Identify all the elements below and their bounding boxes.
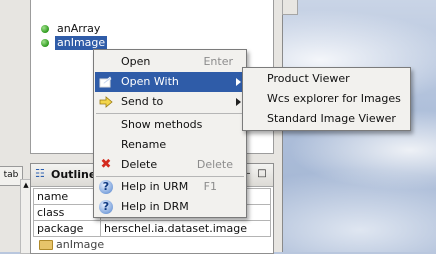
menu-item-shortcut: Enter: [203, 55, 233, 68]
submenu-item-standard-image-viewer[interactable]: Standard Image Viewer: [267, 109, 396, 129]
menu-item-help-urm[interactable]: ? Help in URM F1: [95, 177, 245, 197]
menu-item-delete[interactable]: ✖ Delete Delete: [95, 155, 245, 175]
context-menu: Open Enter Open With Send to Show method…: [93, 49, 247, 218]
menu-item-show-methods[interactable]: Show methods: [95, 115, 245, 135]
menu-item-help-drm[interactable]: ? Help in DRM: [95, 197, 245, 217]
menu-item-label: Help in URM: [121, 180, 189, 193]
menu-separator: [96, 113, 244, 114]
send-to-arrow-icon: [99, 95, 113, 109]
outline-footer-item[interactable]: anImage: [39, 238, 104, 251]
delete-x-icon: ✖: [100, 157, 112, 172]
menu-item-rename[interactable]: Rename: [95, 135, 245, 155]
maximize-icon[interactable]: □: [257, 169, 267, 179]
help-icon: ?: [99, 200, 113, 214]
menu-item-shortcut: Delete: [196, 158, 233, 171]
table-cell-value: herschel.ia.dataset.image: [100, 220, 271, 237]
menu-item-label: Send to: [121, 95, 164, 108]
menu-item-label: Open With: [121, 75, 179, 88]
submenu-item-product-viewer[interactable]: Product Viewer: [267, 69, 350, 89]
open-with-icon: [99, 75, 113, 89]
tree-item-label: anArray: [57, 22, 101, 35]
menu-item-label: Open: [121, 55, 151, 68]
tree-item-label: anImage: [55, 36, 108, 50]
menu-item-open-with[interactable]: Open With: [95, 72, 245, 92]
variable-dot-icon: [41, 25, 49, 33]
menu-item-label: Rename: [121, 138, 167, 151]
menu-item-send-to[interactable]: Send to: [95, 92, 245, 112]
submenu-arrow-icon: [236, 78, 241, 86]
menu-item-open[interactable]: Open Enter: [95, 52, 245, 72]
table-row: package herschel.ia.dataset.image: [33, 220, 271, 237]
help-icon: ?: [99, 180, 113, 194]
outline-icon: ☷: [35, 167, 45, 180]
outline-title: Outline: [51, 168, 97, 181]
scroll-up-button[interactable]: [282, 0, 298, 15]
menu-item-label: Help in DRM: [121, 200, 189, 213]
table-cell-key: class: [33, 204, 101, 221]
table-cell-key: name: [33, 188, 101, 205]
outline-footer-label: anImage: [56, 238, 105, 251]
submenu-arrow-icon: [236, 98, 241, 106]
menu-item-shortcut: F1: [203, 180, 217, 193]
menu-item-label: Show methods: [121, 118, 203, 131]
table-cell-key: package: [33, 220, 101, 237]
open-with-submenu: Product Viewer Wcs explorer for Images S…: [242, 67, 411, 131]
submenu-item-wcs-explorer[interactable]: Wcs explorer for Images: [267, 89, 401, 109]
menu-item-label: Delete: [121, 158, 158, 171]
variable-dot-icon: [41, 39, 49, 47]
side-tab-label: tab: [3, 170, 19, 180]
folder-icon: [39, 240, 53, 250]
